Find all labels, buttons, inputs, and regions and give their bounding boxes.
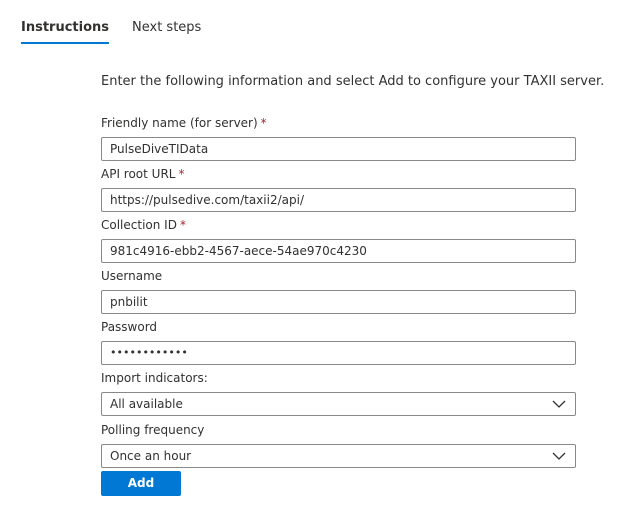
collection-id-value: 981c4916-ebb2-4567-aece-54ae970c4230 (110, 244, 367, 258)
friendly-name-value: PulseDiveTIData (110, 142, 209, 156)
api-root-url-label: API root URL * (101, 166, 184, 182)
collection-id-input[interactable]: 981c4916-ebb2-4567-aece-54ae970c4230 (101, 239, 576, 263)
import-indicators-label-text: Import indicators: (101, 371, 208, 385)
polling-frequency-label: Polling frequency (101, 422, 204, 438)
required-marker: * (179, 218, 186, 232)
import-indicators-dropdown[interactable]: All available (101, 392, 576, 416)
tab-bar: Instructions Next steps (21, 18, 224, 44)
password-input[interactable]: •••••••••••• (101, 341, 576, 365)
intro-text: Enter the following information and sele… (101, 74, 605, 89)
polling-frequency-selected: Once an hour (110, 449, 192, 463)
chevron-down-icon (552, 452, 566, 460)
collection-id-label: Collection ID * (101, 217, 186, 233)
add-button[interactable]: Add (101, 471, 181, 496)
tab-instructions[interactable]: Instructions (21, 18, 110, 44)
password-label-text: Password (101, 320, 158, 334)
username-label: Username (101, 268, 162, 284)
api-root-url-input[interactable]: https://pulsedive.com/taxii2/api/ (101, 188, 576, 212)
required-marker: * (178, 167, 185, 181)
required-marker: * (260, 116, 267, 130)
password-label: Password (101, 319, 157, 335)
friendly-name-label-text: Friendly name (for server) (101, 116, 258, 130)
friendly-name-input[interactable]: PulseDiveTIData (101, 137, 576, 161)
password-masked-value: •••••••••••• (110, 346, 188, 359)
polling-frequency-label-text: Polling frequency (101, 423, 205, 437)
tab-next-steps[interactable]: Next steps (132, 18, 201, 37)
username-value: pnbilit (110, 295, 148, 309)
username-label-text: Username (101, 269, 163, 283)
import-indicators-selected: All available (110, 397, 183, 411)
api-root-url-label-text: API root URL (101, 167, 176, 181)
username-input[interactable]: pnbilit (101, 290, 576, 314)
chevron-down-icon (552, 400, 566, 408)
api-root-url-value: https://pulsedive.com/taxii2/api/ (110, 193, 304, 207)
collection-id-label-text: Collection ID (101, 218, 177, 232)
import-indicators-label: Import indicators: (101, 370, 208, 386)
friendly-name-label: Friendly name (for server) * (101, 115, 267, 131)
polling-frequency-dropdown[interactable]: Once an hour (101, 444, 576, 468)
